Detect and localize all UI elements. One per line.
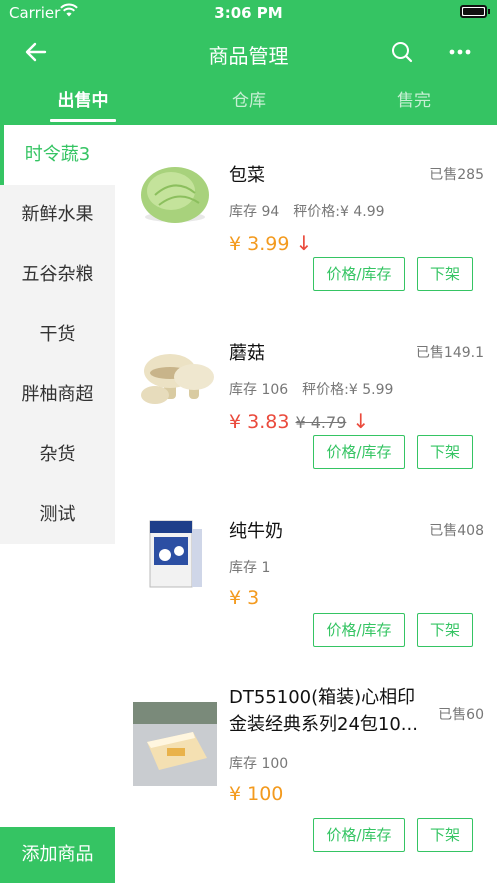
product-meta: 库存 100: [229, 753, 288, 773]
sidebar-item-label: 新鲜水果: [21, 204, 94, 225]
more-icon[interactable]: [448, 40, 472, 64]
product-image: [141, 354, 214, 404]
product-stock: 库存 94: [229, 204, 280, 220]
product-sold-count: 已售408: [429, 523, 484, 539]
sidebar-item-label: 杂货: [39, 444, 76, 465]
off-shelf-button[interactable]: 下架: [417, 435, 473, 469]
off-shelf-button[interactable]: 下架: [417, 818, 473, 852]
product-price: ¥ 3: [229, 587, 260, 609]
price-stock-button[interactable]: 价格/库存: [313, 257, 405, 291]
off-shelf-button[interactable]: 下架: [417, 613, 473, 647]
product-price-row: ¥ 3.99 ↓: [229, 231, 312, 255]
product-meta: 库存 106 秤价格:¥ 5.99: [229, 379, 393, 399]
tab-indicator: [50, 119, 116, 122]
sidebar-item-groceries[interactable]: 杂货: [0, 425, 115, 485]
product-meta: 库存 94 秤价格:¥ 4.99: [229, 201, 385, 221]
product-price-row: ¥ 100: [229, 783, 283, 805]
down-arrow-icon: ↓: [295, 231, 313, 255]
product-sold-count: 已售285: [429, 167, 484, 183]
battery-icon: [460, 5, 490, 18]
sidebar-item-fresh-fruit[interactable]: 新鲜水果: [0, 185, 115, 245]
product-old-price: ¥ 4.79: [295, 413, 347, 432]
clock: 3:06 PM: [214, 4, 283, 22]
sidebar-item-label: 干货: [39, 324, 76, 345]
product-avg-price: 秤价格:¥ 5.99: [302, 382, 394, 398]
product-price: ¥ 3.83: [229, 411, 290, 433]
product-stock: 库存 100: [229, 756, 289, 772]
product-avg-price: 秤价格:¥ 4.99: [293, 204, 385, 220]
product-item[interactable]: 包菜 已售285 库存 94 秤价格:¥ 4.99 ¥ 3.99 ↓ 价格/库存 …: [115, 135, 497, 313]
product-sold-count: 已售149.1: [415, 345, 484, 361]
product-item[interactable]: 蘑菇 已售149.1 库存 106 秤价格:¥ 5.99 ¥ 3.83 ¥ 4.7…: [115, 313, 497, 491]
product-meta: 库存 1: [229, 557, 270, 577]
product-item[interactable]: DT55100(箱装)心相印金装经典系列24包10... 已售60 库存 100…: [115, 669, 497, 853]
sidebar-item-supermarket[interactable]: 胖柚商超: [0, 365, 115, 425]
nav-bar: 商品管理: [0, 30, 497, 74]
product-price: ¥ 100: [229, 783, 284, 805]
product-price-row: ¥ 3: [229, 587, 259, 609]
product-stock: 库存 1: [229, 560, 271, 576]
page-title: 商品管理: [208, 44, 289, 68]
sidebar-item-grains[interactable]: 五谷杂粮: [0, 245, 115, 305]
sidebar-item-label: 时令蔬3: [24, 144, 91, 165]
price-stock-button[interactable]: 价格/库存: [313, 613, 405, 647]
sidebar-item-label: 五谷杂粮: [21, 264, 94, 285]
product-name: 蘑菇: [229, 343, 265, 364]
tab-sold-out[interactable]: 售完: [354, 86, 474, 111]
product-name: 包菜: [229, 165, 265, 186]
header: Carrier 3:06 PM 商品管理 出售中 仓库 售完: [0, 0, 497, 125]
category-sidebar: 时令蔬3 新鲜水果 五谷杂粮 干货 胖柚商超 杂货 测试: [0, 125, 115, 544]
price-stock-button[interactable]: 价格/库存: [313, 818, 405, 852]
sidebar-item-dry-goods[interactable]: 干货: [0, 305, 115, 365]
product-item[interactable]: 纯牛奶 已售408 库存 1 ¥ 3 价格/库存 下架: [115, 491, 497, 669]
tab-on-sale[interactable]: 出售中: [23, 86, 143, 111]
product-price: ¥ 3.99: [229, 233, 290, 255]
product-image: [141, 167, 209, 223]
sidebar-item-test[interactable]: 测试: [0, 485, 115, 545]
sidebar-item-seasonal-veg[interactable]: 时令蔬3: [0, 125, 115, 185]
search-icon[interactable]: [390, 40, 414, 64]
product-image: [149, 520, 202, 588]
product-stock: 库存 106: [229, 382, 289, 398]
product-name: DT55100(箱装)心相印金装经典系列24包10...: [229, 687, 418, 735]
sidebar-active-indicator: [0, 125, 4, 185]
product-name: 纯牛奶: [229, 521, 283, 542]
price-stock-button[interactable]: 价格/库存: [313, 435, 405, 469]
tab-bar: 出售中 仓库 售完: [0, 86, 497, 122]
add-product-button[interactable]: 添加商品: [0, 827, 115, 883]
product-sold-count: 已售60: [438, 707, 484, 723]
off-shelf-button[interactable]: 下架: [417, 257, 473, 291]
status-bar: Carrier 3:06 PM: [0, 0, 497, 26]
tab-warehouse[interactable]: 仓库: [189, 86, 309, 111]
down-arrow-icon: ↓: [352, 409, 370, 433]
product-price-row: ¥ 3.83 ¥ 4.79 ↓: [229, 409, 369, 433]
sidebar-item-label: 测试: [39, 504, 76, 525]
product-image: [133, 702, 217, 786]
sidebar-item-label: 胖柚商超: [21, 384, 94, 405]
